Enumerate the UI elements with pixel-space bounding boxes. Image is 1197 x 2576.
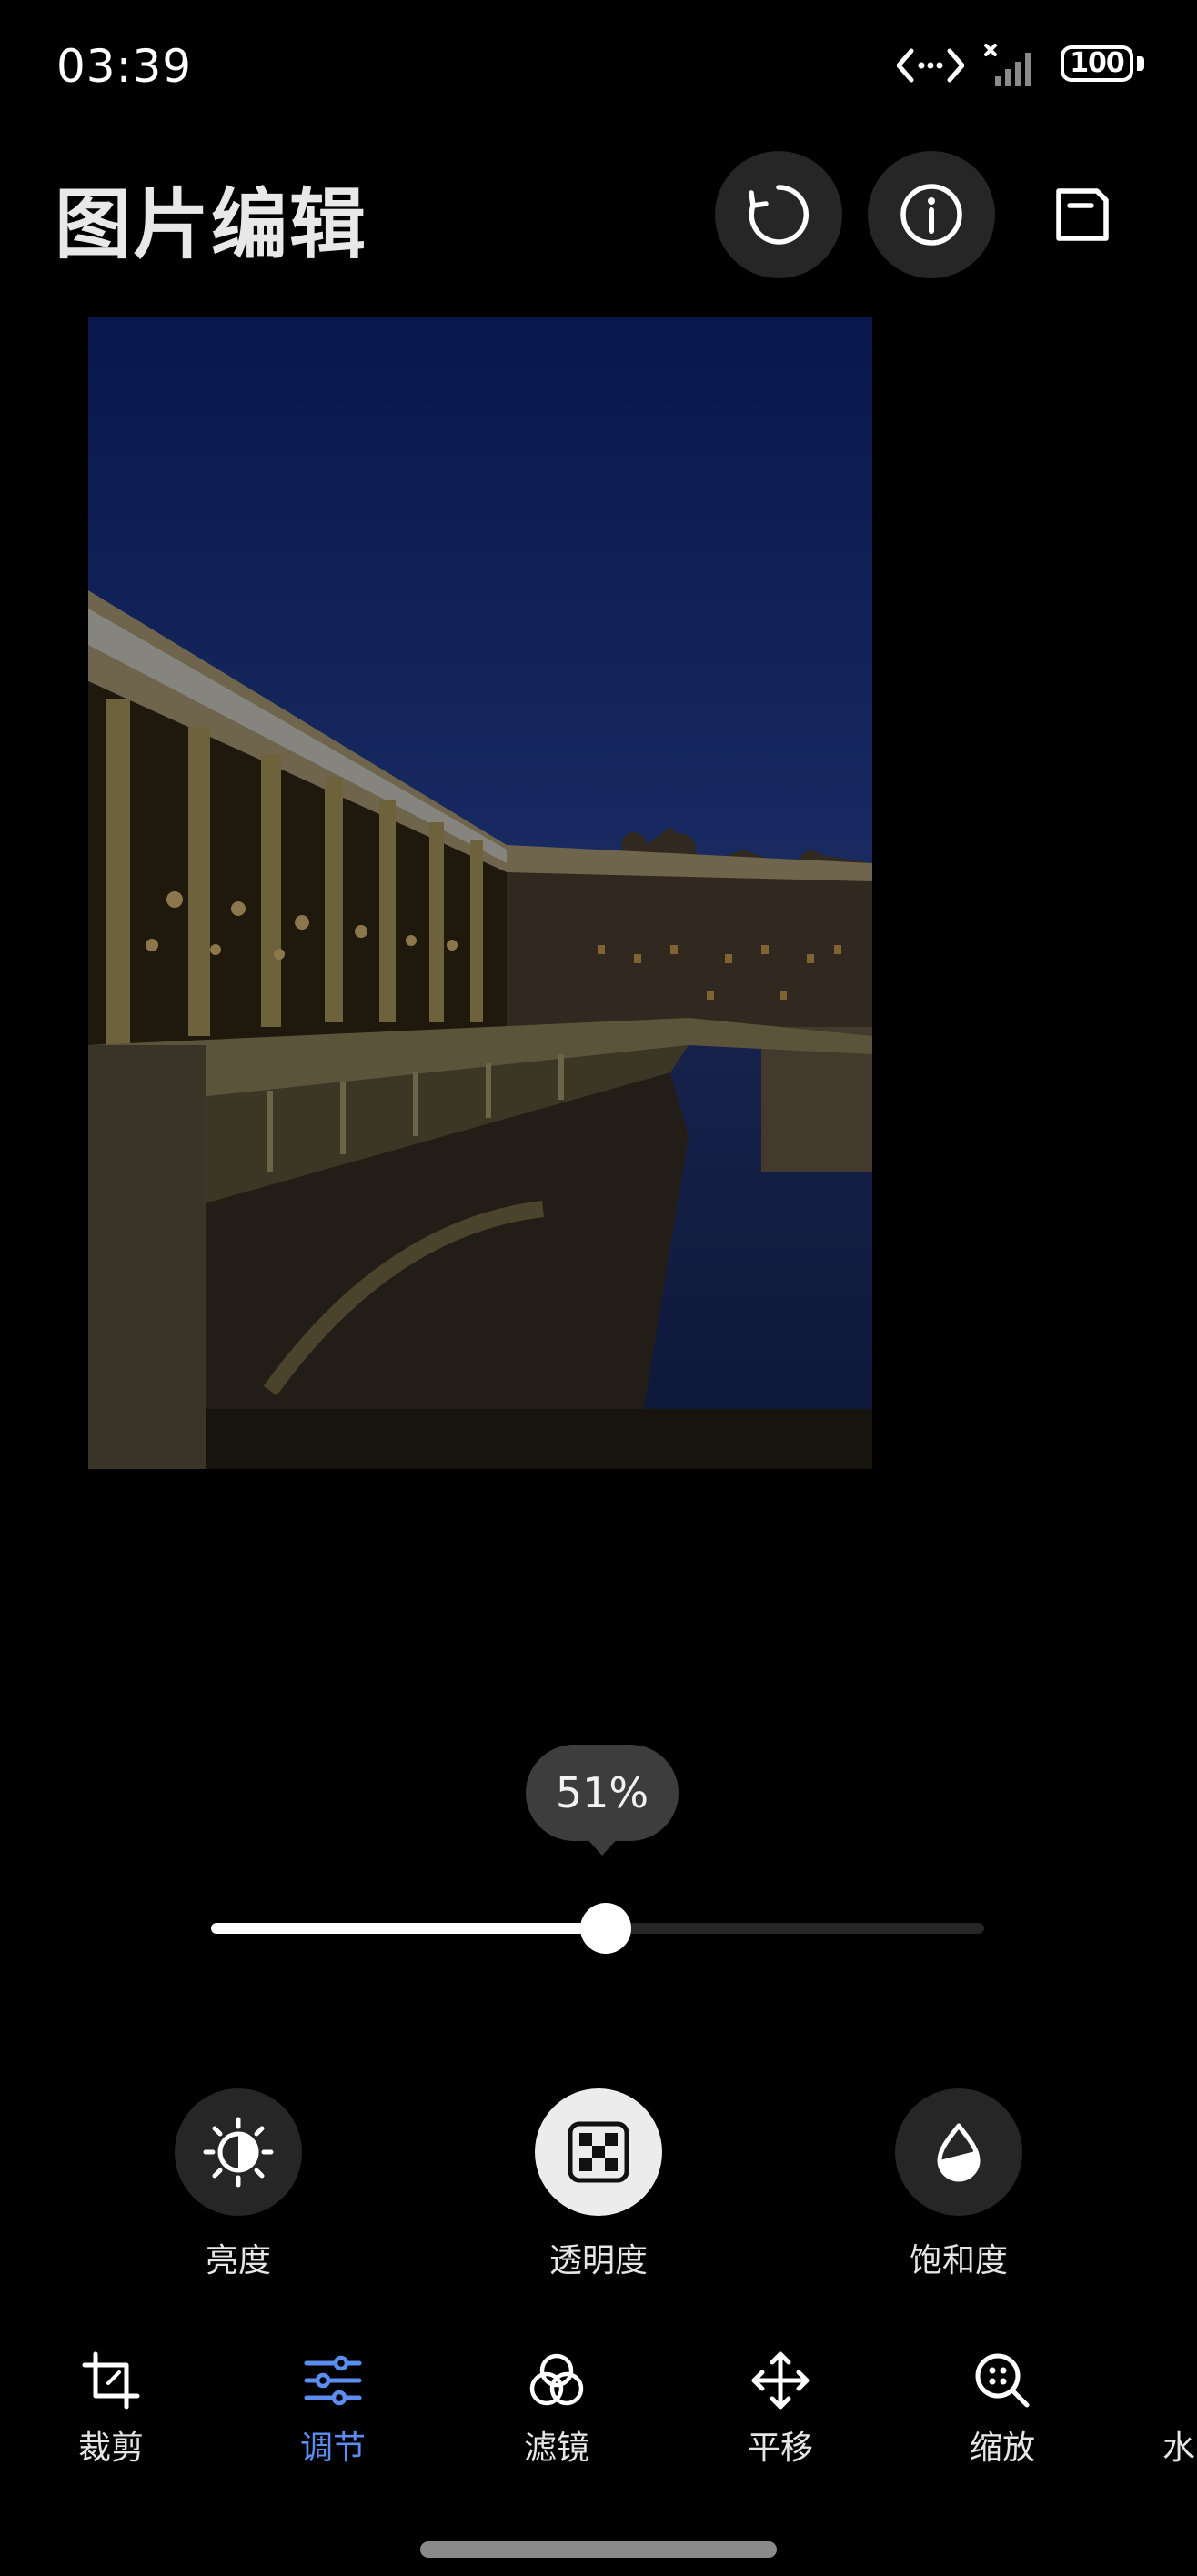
zoom-icon	[975, 2353, 1030, 2408]
move-icon	[751, 2351, 810, 2410]
nav-label: 水	[1162, 2430, 1196, 2467]
tool-saturation[interactable]: 饱和度	[840, 2088, 1077, 2281]
adjust-icon	[304, 2355, 362, 2406]
tool-label: 饱和度	[909, 2242, 1008, 2279]
nav-label: 裁剪	[77, 2430, 144, 2467]
nav-watermark[interactable]: 水	[1142, 2350, 1197, 2469]
nav-label: 滤镜	[523, 2430, 589, 2467]
filter-icon	[529, 2353, 584, 2406]
nav-zoom[interactable]: 缩放	[911, 2350, 1093, 2469]
tool-label: 透明度	[548, 2242, 648, 2279]
rotate-icon	[749, 185, 809, 245]
slider-fill	[211, 1923, 606, 1934]
home-indicator[interactable]	[420, 2541, 777, 2558]
nav-move[interactable]: 平移	[689, 2350, 871, 2469]
tooltip-pointer	[586, 1837, 619, 1856]
data-transfer-icon	[897, 48, 964, 83]
crop-icon	[82, 2351, 140, 2410]
battery-level: 100	[1070, 47, 1125, 79]
tool-brightness[interactable]: 亮度	[120, 2088, 357, 2281]
signal-icon	[984, 44, 1031, 86]
page-title: 图片编辑	[55, 180, 368, 269]
status-time: 03:39	[56, 40, 193, 93]
slider-value-tooltip: 51%	[526, 1745, 679, 1841]
nav-adjust[interactable]: 调节	[242, 2350, 424, 2469]
status-icons: 100	[897, 44, 1144, 87]
tool-label: 亮度	[205, 2242, 271, 2279]
info-button[interactable]	[868, 151, 995, 278]
brightness-icon	[203, 2117, 274, 2188]
edited-photo[interactable]	[88, 317, 872, 1469]
save-button[interactable]	[1019, 151, 1146, 278]
nav-label: 平移	[747, 2430, 813, 2467]
nav-crop[interactable]: 裁剪	[20, 2350, 202, 2469]
nav-label: 缩放	[969, 2430, 1035, 2467]
slider-thumb[interactable]	[579, 1903, 631, 1954]
info-icon	[900, 184, 962, 246]
rotate-button[interactable]	[715, 151, 842, 278]
transparency-icon	[568, 2121, 629, 2183]
saturation-icon	[937, 2123, 981, 2182]
tool-transparency[interactable]: 透明度	[480, 2088, 717, 2281]
nav-label: 调节	[299, 2430, 366, 2467]
nav-filter[interactable]: 滤镜	[466, 2350, 648, 2469]
save-icon	[1056, 188, 1109, 241]
battery-icon: 100	[1061, 45, 1144, 86]
